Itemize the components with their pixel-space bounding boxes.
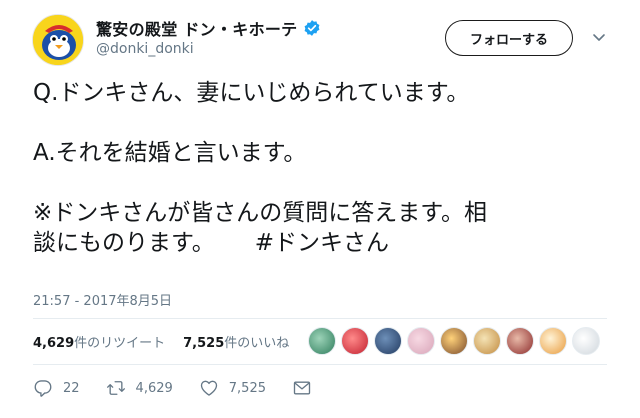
retweet-action[interactable]: 4,629 <box>106 378 173 398</box>
like-icon <box>200 380 217 396</box>
liker-avatar[interactable] <box>407 327 435 355</box>
hashtag-link[interactable]: #ドンキさん <box>255 230 389 256</box>
tweet-line: Q.ドンキさん、妻にいじめられています。 <box>33 80 470 106</box>
tweet-line: 談にものります。 <box>33 230 215 256</box>
mascot-avatar-icon <box>33 15 83 65</box>
reply-action[interactable]: 22 <box>33 378 80 398</box>
tweet-timestamp[interactable]: 21:57 - 2017年8月5日 <box>33 290 172 309</box>
retweets-stat[interactable]: 4,629件のリツイート <box>33 332 165 351</box>
retweet-count: 4,629 <box>135 380 173 396</box>
avatar[interactable] <box>32 14 84 66</box>
like-count: 7,525 <box>228 380 266 396</box>
liker-avatar[interactable] <box>308 327 336 355</box>
tweet-line: ※ドンキさんが皆さんの質問に答えます。相 <box>33 200 487 226</box>
liker-avatar[interactable] <box>341 327 369 355</box>
likes-label: 件のいいね <box>224 336 290 351</box>
reply-count: 22 <box>63 380 80 396</box>
divider <box>33 318 607 319</box>
liker-avatars <box>308 327 600 355</box>
liker-avatar[interactable] <box>506 327 534 355</box>
direct-message-action[interactable] <box>292 378 312 398</box>
tweet-line-with-hashtag: 談にものります。 #ドンキさん <box>33 228 613 258</box>
liker-avatar[interactable] <box>374 327 402 355</box>
divider <box>33 364 607 365</box>
follow-button[interactable]: フォローする <box>445 20 573 56</box>
display-name[interactable]: 驚安の殿堂 ドン・キホーテ <box>96 16 297 40</box>
liker-avatar[interactable] <box>440 327 468 355</box>
tweet-line: A.それを結婚と言います。 <box>33 140 307 166</box>
user-name-row[interactable]: 驚安の殿堂 ドン・キホーテ <box>96 16 321 40</box>
likes-stat[interactable]: 7,525件のいいね <box>183 332 289 351</box>
tweet-text: Q.ドンキさん、妻にいじめられています。 A.それを結婚と言います。 ※ドンキさ… <box>33 78 613 258</box>
tweet-stats: 4,629件のリツイート 7,525件のいいね <box>33 332 289 351</box>
follow-button-label: フォローする <box>469 32 548 48</box>
liker-avatar[interactable] <box>572 327 600 355</box>
verified-badge-icon <box>303 19 321 37</box>
tweet-actions: 22 4,629 7,525 <box>33 378 312 398</box>
retweets-count: 4,629 <box>33 336 75 351</box>
chevron-down-icon[interactable] <box>592 30 606 44</box>
liker-avatar[interactable] <box>539 327 567 355</box>
message-icon <box>293 381 311 395</box>
liker-avatar[interactable] <box>473 327 501 355</box>
reply-icon <box>34 380 52 397</box>
likes-count: 7,525 <box>183 336 225 351</box>
retweet-icon <box>106 381 125 395</box>
tweet-card: 驚安の殿堂 ドン・キホーテ @donki_donki フォローする Q.ドンキさ… <box>0 0 640 418</box>
user-handle[interactable]: @donki_donki <box>96 41 194 57</box>
like-action[interactable]: 7,525 <box>199 378 266 398</box>
retweets-label: 件のリツイート <box>74 336 166 351</box>
